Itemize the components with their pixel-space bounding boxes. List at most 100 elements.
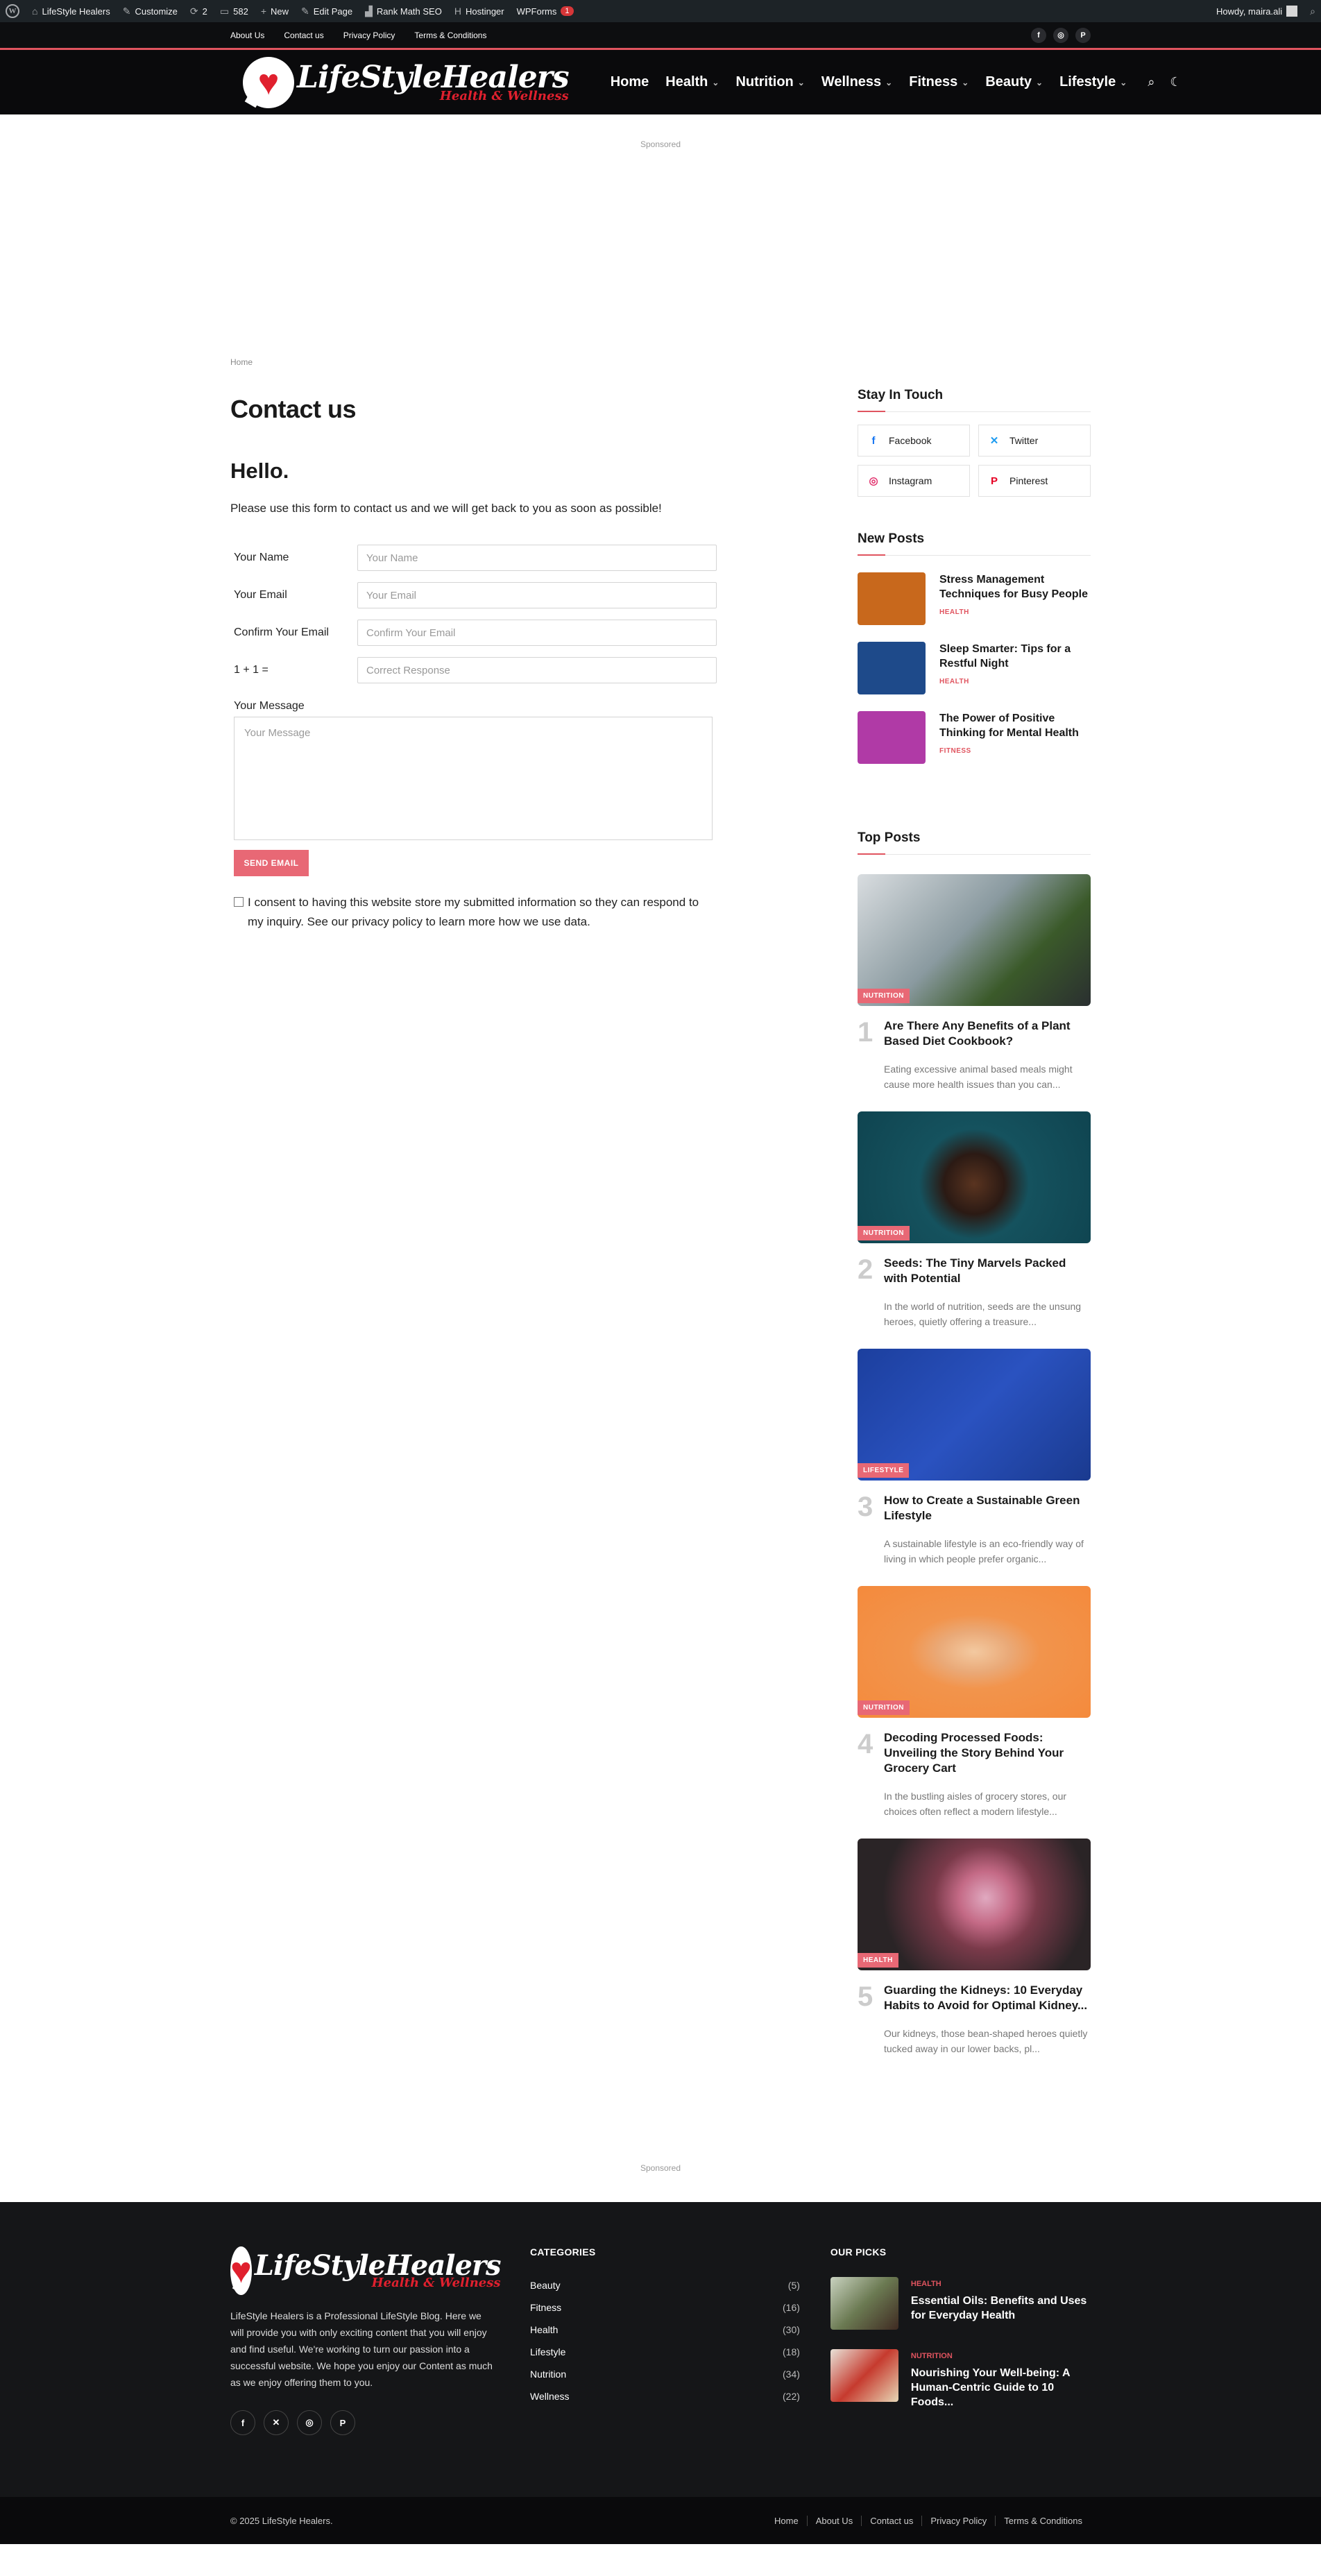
send-email-button[interactable]: SEND EMAIL bbox=[234, 850, 309, 876]
nav-label: Nutrition bbox=[735, 74, 794, 89]
post-text: How to Create a Sustainable Green Lifest… bbox=[884, 1493, 1091, 1567]
x-icon[interactable]: ✕ bbox=[264, 2410, 289, 2435]
admin-updates-link[interactable]: ⟳ 2 bbox=[190, 6, 207, 17]
pinterest-icon[interactable]: P bbox=[1075, 27, 1091, 43]
category-wellness[interactable]: Wellness (22) bbox=[530, 2391, 800, 2413]
top-link-about-us[interactable]: About Us bbox=[230, 31, 264, 40]
new-post-item[interactable]: Stress Management Techniques for Busy Pe… bbox=[858, 572, 1091, 625]
post-title[interactable]: Sleep Smarter: Tips for a Restful Night bbox=[939, 642, 1091, 671]
facebook-icon[interactable]: f bbox=[230, 2410, 255, 2435]
top-link-terms-conditions[interactable]: Terms & Conditions bbox=[414, 31, 486, 40]
follow-facebook[interactable]: f Facebook bbox=[858, 425, 970, 457]
admin-customize-link[interactable]: ✎ Customize bbox=[123, 6, 178, 17]
post-title[interactable]: The Power of Positive Thinking for Menta… bbox=[939, 711, 1091, 740]
pick-item[interactable]: NUTRITION Nourishing Your Well-being: A H… bbox=[830, 2349, 1091, 2409]
post-image[interactable]: HEALTH bbox=[858, 1839, 1091, 1970]
post-title[interactable]: Decoding Processed Foods: Unveiling the … bbox=[884, 1730, 1091, 1776]
footer-link-terms-conditions[interactable]: Terms & Conditions bbox=[995, 2515, 1091, 2526]
follow-instagram[interactable]: ◎ Instagram bbox=[858, 465, 970, 497]
post-title[interactable]: Nourishing Your Well-being: A Human-Cent… bbox=[911, 2366, 1091, 2409]
post-title[interactable]: How to Create a Sustainable Green Lifest… bbox=[884, 1493, 1091, 1524]
new-post-item[interactable]: Sleep Smarter: Tips for a Restful Night H… bbox=[858, 642, 1091, 694]
confirm-your-email-input[interactable]: Confirm Your Email bbox=[357, 620, 717, 646]
post-title[interactable]: Essential Oils: Benefits and Uses for Ev… bbox=[911, 2294, 1091, 2323]
post-category[interactable]: HEALTH bbox=[939, 678, 1091, 685]
category-badge[interactable]: LIFESTYLE bbox=[858, 1463, 910, 1478]
post-thumbnail[interactable] bbox=[830, 2349, 898, 2402]
footer-link-home[interactable]: Home bbox=[766, 2516, 807, 2526]
instagram-icon[interactable]: ◎ bbox=[1053, 27, 1068, 43]
nav-item-home[interactable]: Home bbox=[611, 74, 649, 90]
your-name-input[interactable]: Your Name bbox=[357, 545, 717, 571]
nav-item-nutrition[interactable]: Nutrition ⌄ bbox=[735, 74, 804, 90]
dark-mode-icon[interactable]: ☾ bbox=[1170, 75, 1181, 89]
nav-item-fitness[interactable]: Fitness ⌄ bbox=[909, 74, 969, 90]
admin-comments-link[interactable]: ▭ 582 bbox=[220, 6, 248, 17]
post-excerpt: Eating excessive animal based meals migh… bbox=[884, 1064, 1073, 1090]
new-post-item[interactable]: The Power of Positive Thinking for Menta… bbox=[858, 711, 1091, 764]
category-fitness[interactable]: Fitness (16) bbox=[530, 2302, 800, 2324]
search-icon[interactable]: ⌕ bbox=[1148, 75, 1154, 89]
category-badge[interactable]: HEALTH bbox=[858, 1953, 898, 1968]
admin-edit-page-link[interactable]: ✎ Edit Page bbox=[301, 6, 352, 17]
admin-rank-math-link[interactable]: ▟ Rank Math SEO bbox=[365, 6, 442, 17]
admin-new-link[interactable]: + New bbox=[261, 6, 289, 17]
category-beauty[interactable]: Beauty (5) bbox=[530, 2280, 800, 2302]
top-link-contact-us[interactable]: Contact us bbox=[284, 31, 323, 40]
correct-response-input[interactable]: Correct Response bbox=[357, 657, 717, 683]
pinterest-icon[interactable]: P bbox=[330, 2410, 355, 2435]
sidebar: Stay In Touch f Facebook ✕ Twitter ◎ Instagra… bbox=[858, 388, 1091, 2056]
category-badge[interactable]: NUTRITION bbox=[858, 989, 910, 1003]
nav-item-beauty[interactable]: Beauty ⌄ bbox=[985, 74, 1043, 90]
consent-row: I consent to having this website store m… bbox=[234, 893, 713, 932]
post-image[interactable]: NUTRITION bbox=[858, 1586, 1091, 1718]
nav-item-health[interactable]: Health ⌄ bbox=[665, 74, 719, 90]
footer-logo[interactable]: ♥ LifeStyleHealers Health & Wellness bbox=[230, 2246, 501, 2295]
category-health[interactable]: Health (30) bbox=[530, 2324, 800, 2346]
post-image[interactable]: NUTRITION bbox=[858, 1111, 1091, 1243]
breadcrumb[interactable]: Home bbox=[230, 357, 744, 367]
post-category[interactable]: FITNESS bbox=[939, 747, 1091, 755]
category-lifestyle[interactable]: Lifestyle (18) bbox=[530, 2346, 800, 2369]
post-title[interactable]: Are There Any Benefits of a Plant Based … bbox=[884, 1018, 1091, 1049]
post-title[interactable]: Guarding the Kidneys: 10 Everyday Habits… bbox=[884, 1983, 1091, 2013]
footer-link-contact-us[interactable]: Contact us bbox=[861, 2515, 921, 2526]
follow-pinterest[interactable]: P Pinterest bbox=[978, 465, 1091, 497]
post-category[interactable]: HEALTH bbox=[911, 2280, 1091, 2288]
admin-site-link[interactable]: ⌂ LifeStyle Healers bbox=[32, 6, 110, 17]
facebook-icon[interactable]: f bbox=[1031, 27, 1046, 43]
post-image[interactable]: LIFESTYLE bbox=[858, 1349, 1091, 1481]
post-title[interactable]: Stress Management Techniques for Busy Pe… bbox=[939, 572, 1091, 602]
category-nutrition[interactable]: Nutrition (34) bbox=[530, 2369, 800, 2391]
message-textarea[interactable]: Your Message bbox=[234, 717, 713, 840]
post-thumbnail[interactable] bbox=[858, 642, 926, 694]
field-label: Your Email bbox=[234, 589, 287, 601]
admin-hostinger-link[interactable]: H Hostinger bbox=[454, 6, 504, 17]
post-title[interactable]: Seeds: The Tiny Marvels Packed with Pote… bbox=[884, 1256, 1091, 1286]
search-icon[interactable]: ⌕ bbox=[1310, 6, 1315, 17]
chart-icon: ▟ bbox=[365, 5, 373, 17]
footer-link-privacy-policy[interactable]: Privacy Policy bbox=[921, 2515, 995, 2526]
post-category[interactable]: HEALTH bbox=[939, 608, 1091, 616]
consent-checkbox[interactable] bbox=[234, 897, 244, 907]
nav-item-wellness[interactable]: Wellness ⌄ bbox=[821, 74, 892, 90]
site-logo[interactable]: ♥ LifeStyleHealers Health & Wellness bbox=[243, 56, 570, 108]
category-badge[interactable]: NUTRITION bbox=[858, 1226, 910, 1240]
footer-link-about-us[interactable]: About Us bbox=[806, 2515, 861, 2526]
post-thumbnail[interactable] bbox=[858, 711, 926, 764]
post-image[interactable]: NUTRITION bbox=[858, 874, 1091, 1006]
nav-item-lifestyle[interactable]: Lifestyle ⌄ bbox=[1059, 74, 1127, 90]
post-thumbnail[interactable] bbox=[830, 2277, 898, 2330]
post-thumbnail[interactable] bbox=[858, 572, 926, 625]
top-link-privacy-policy[interactable]: Privacy Policy bbox=[343, 31, 395, 40]
your-email-input[interactable]: Your Email bbox=[357, 582, 717, 608]
wordpress-icon[interactable]: W bbox=[6, 4, 19, 18]
avatar bbox=[1286, 6, 1298, 17]
admin-account-menu[interactable]: Howdy, maira.ali bbox=[1216, 6, 1298, 17]
follow-twitter[interactable]: ✕ Twitter bbox=[978, 425, 1091, 457]
post-category[interactable]: NUTRITION bbox=[911, 2352, 1091, 2360]
pick-item[interactable]: HEALTH Essential Oils: Benefits and Uses … bbox=[830, 2277, 1091, 2330]
instagram-icon[interactable]: ◎ bbox=[297, 2410, 322, 2435]
category-badge[interactable]: NUTRITION bbox=[858, 1700, 910, 1715]
admin-wpforms-link[interactable]: WPForms 1 bbox=[517, 6, 574, 17]
